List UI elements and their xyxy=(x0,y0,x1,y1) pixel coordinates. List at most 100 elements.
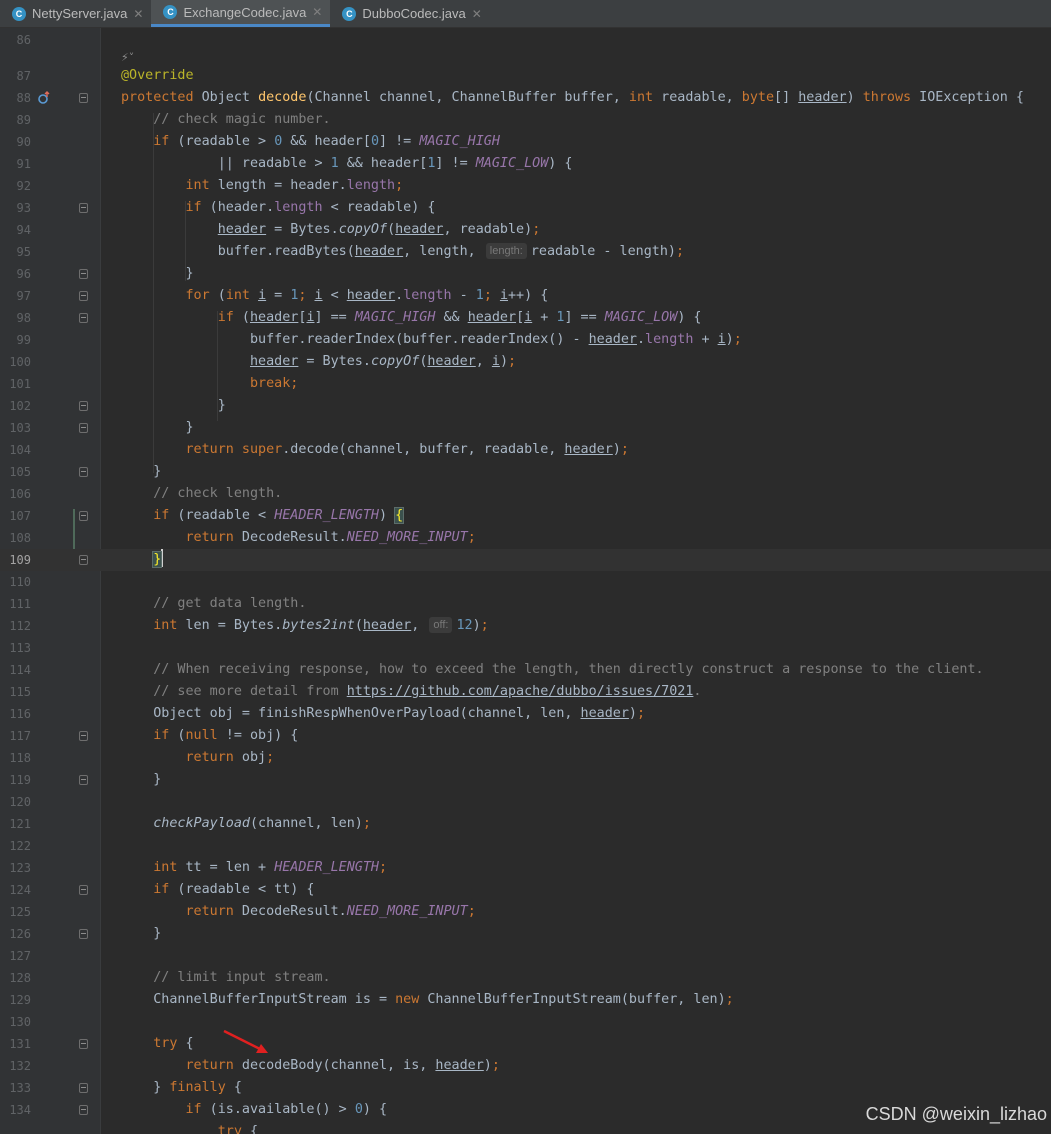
editor-tab-bar: C NettyServer.java ✕ C ExchangeCodec.jav… xyxy=(0,0,1051,28)
fold-toggle-icon[interactable] xyxy=(79,929,88,939)
line-number: 100 xyxy=(9,355,31,369)
code-line[interactable]: 107 if (readable < HEADER_LENGTH) { xyxy=(0,505,1051,527)
code-line[interactable]: 100 header = Bytes.copyOf(header, i); xyxy=(0,351,1051,373)
code-line[interactable]: 127 xyxy=(0,945,1051,967)
code-text: } xyxy=(121,772,162,787)
code-line[interactable]: 88 protected Object decode(Channel chann… xyxy=(0,87,1051,109)
code-line[interactable]: 105 } xyxy=(0,461,1051,483)
issue-link[interactable]: https://github.com/apache/dubbo/issues/7… xyxy=(347,684,694,699)
code-line[interactable]: 89 // check magic number. xyxy=(0,109,1051,131)
code-line[interactable]: 126 } xyxy=(0,923,1051,945)
code-line[interactable]: 90 if (readable > 0 && header[0] != MAGI… xyxy=(0,131,1051,153)
code-line[interactable]: 102 } xyxy=(0,395,1051,417)
code-line[interactable]: 96 } xyxy=(0,263,1051,285)
code-line[interactable]: 115 // see more detail from https://gith… xyxy=(0,681,1051,703)
code-line[interactable]: 116 Object obj = finishRespWhenOverPaylo… xyxy=(0,703,1051,725)
code-line[interactable]: 122 xyxy=(0,835,1051,857)
line-number: 114 xyxy=(9,663,31,677)
fold-toggle-icon[interactable] xyxy=(79,203,88,213)
code-line[interactable]: 118 return obj; xyxy=(0,747,1051,769)
code-comment: // check length. xyxy=(153,486,283,501)
line-number: 115 xyxy=(9,685,31,699)
code-text: return DecodeResult.NEED_MORE_INPUT; xyxy=(185,530,476,545)
code-line[interactable]: 98 if (header[i] == MAGIC_HIGH && header… xyxy=(0,307,1051,329)
code-line[interactable]: 128 // limit input stream. xyxy=(0,967,1051,989)
code-line[interactable]: 129 ChannelBufferInputStream is = new Ch… xyxy=(0,989,1051,1011)
code-text: if (readable > 0 && header[0] != MAGIC_H… xyxy=(153,134,500,149)
line-number: 90 xyxy=(16,135,31,149)
code-line[interactable]: 106 // check length. xyxy=(0,483,1051,505)
fold-toggle-icon[interactable] xyxy=(79,269,88,279)
code-text: if (null != obj) { xyxy=(153,728,299,743)
tab-label: NettyServer.java xyxy=(32,6,128,21)
code-line[interactable]: 124 if (readable < tt) { xyxy=(0,879,1051,901)
fold-toggle-icon[interactable] xyxy=(79,313,88,323)
code-line[interactable]: 121 checkPayload(channel, len); xyxy=(0,813,1051,835)
close-icon[interactable]: ✕ xyxy=(472,7,482,21)
code-line[interactable]: 130 xyxy=(0,1011,1051,1033)
code-text: int tt = len + HEADER_LENGTH; xyxy=(153,860,388,875)
fold-toggle-icon[interactable] xyxy=(79,401,88,411)
tab-exchange-codec[interactable]: C ExchangeCodec.java ✕ xyxy=(151,0,331,27)
code-text: if (readable < tt) { xyxy=(153,882,315,897)
fold-toggle-icon[interactable] xyxy=(79,555,88,565)
code-line[interactable]: 112 int len = Bytes.bytes2int(header, of… xyxy=(0,615,1051,637)
line-number: 124 xyxy=(9,883,31,897)
code-line[interactable]: 125 return DecodeResult.NEED_MORE_INPUT; xyxy=(0,901,1051,923)
code-line[interactable]: 104 return super.decode(channel, buffer,… xyxy=(0,439,1051,461)
code-line[interactable]: 92 int length = header.length; xyxy=(0,175,1051,197)
code-line[interactable]: 97 for (int i = 1; i < header.length - 1… xyxy=(0,285,1051,307)
line-number: 119 xyxy=(9,773,31,787)
line-number: 108 xyxy=(9,531,31,545)
code-line[interactable]: 103 } xyxy=(0,417,1051,439)
code-comment: // check magic number. xyxy=(153,112,331,127)
code-line[interactable]: 131 try { xyxy=(0,1033,1051,1055)
fold-toggle-icon[interactable] xyxy=(79,731,88,741)
close-icon[interactable]: ✕ xyxy=(312,5,322,19)
line-number: 110 xyxy=(9,575,31,589)
code-line[interactable]: 95 buffer.readBytes(header, length, leng… xyxy=(0,241,1051,263)
code-line[interactable]: 93 if (header.length < readable) { xyxy=(0,197,1051,219)
code-line[interactable]: 111 // get data length. xyxy=(0,593,1051,615)
fold-toggle-icon[interactable] xyxy=(79,775,88,785)
fold-toggle-icon[interactable] xyxy=(79,885,88,895)
current-code-line[interactable]: 109 } xyxy=(0,549,1051,571)
code-text: } xyxy=(121,266,194,281)
override-method-icon[interactable] xyxy=(37,91,51,105)
code-line[interactable]: 132 return decodeBody(channel, is, heade… xyxy=(0,1055,1051,1077)
code-line[interactable]: 86 xyxy=(0,29,1051,51)
fold-toggle-icon[interactable] xyxy=(79,511,88,521)
close-icon[interactable]: ✕ xyxy=(133,7,143,21)
code-vision-icon[interactable]: ⚡˅ xyxy=(121,51,134,64)
code-line[interactable]: 108 return DecodeResult.NEED_MORE_INPUT; xyxy=(0,527,1051,549)
code-line[interactable]: 94 header = Bytes.copyOf(header, readabl… xyxy=(0,219,1051,241)
fold-toggle-icon[interactable] xyxy=(79,1105,88,1115)
code-line[interactable]: 120 xyxy=(0,791,1051,813)
code-line[interactable]: 117 if (null != obj) { xyxy=(0,725,1051,747)
code-text: if (readable < HEADER_LENGTH) { xyxy=(153,507,405,524)
code-line[interactable]: 91 || readable > 1 && header[1] != MAGIC… xyxy=(0,153,1051,175)
code-line[interactable]: 113 xyxy=(0,637,1051,659)
fold-toggle-icon[interactable] xyxy=(79,467,88,477)
line-number: 109 xyxy=(9,553,31,567)
code-line[interactable]: 114 // When receiving response, how to e… xyxy=(0,659,1051,681)
fold-toggle-icon[interactable] xyxy=(79,291,88,301)
tab-netty-server[interactable]: C NettyServer.java ✕ xyxy=(0,0,151,27)
code-line[interactable]: 110 xyxy=(0,571,1051,593)
code-text: } xyxy=(121,926,162,941)
fold-toggle-icon[interactable] xyxy=(79,423,88,433)
line-number: 101 xyxy=(9,377,31,391)
java-class-icon: C xyxy=(163,5,178,19)
code-line[interactable]: 119 } xyxy=(0,769,1051,791)
text-caret xyxy=(161,549,164,567)
code-line[interactable]: 99 buffer.readerIndex(buffer.readerIndex… xyxy=(0,329,1051,351)
fold-toggle-icon[interactable] xyxy=(79,93,88,103)
fold-toggle-icon[interactable] xyxy=(79,1083,88,1093)
fold-toggle-icon[interactable] xyxy=(79,1039,88,1049)
code-line[interactable]: 133 } finally { xyxy=(0,1077,1051,1099)
tab-dubbo-codec[interactable]: C DubboCodec.java ✕ xyxy=(330,0,489,27)
code-line[interactable]: 123 int tt = len + HEADER_LENGTH; xyxy=(0,857,1051,879)
parameter-hint: length: xyxy=(485,243,527,259)
code-line[interactable]: 87 @Override xyxy=(0,65,1051,87)
code-line[interactable]: 101 break; xyxy=(0,373,1051,395)
